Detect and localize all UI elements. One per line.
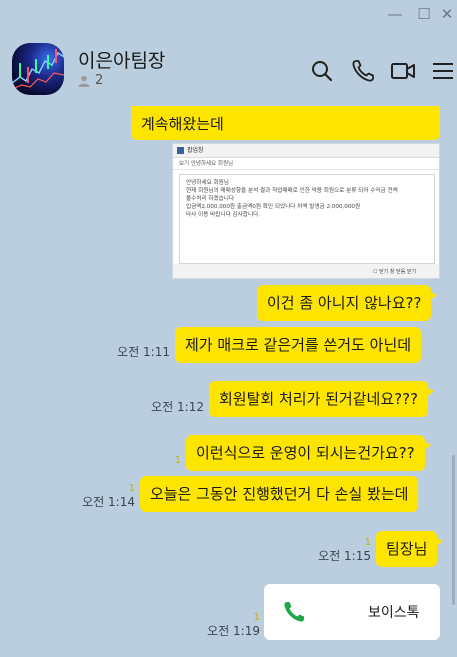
title-bar: — ☐ ✕ xyxy=(0,0,457,28)
message-meta: 1 xyxy=(175,455,181,467)
notice-line: 몰수처리 하겠습니다 xyxy=(186,196,235,202)
message-time: 오전 1:11 xyxy=(117,345,170,359)
minimize-button[interactable]: — xyxy=(384,4,406,24)
profile-avatar[interactable] xyxy=(12,43,64,95)
message-bubble[interactable]: 회원탈회 처리가 된거같네요??? xyxy=(209,381,435,417)
message-bubble[interactable]: 계속해왔는데 xyxy=(131,106,440,140)
message-meta: 오전 1:11 xyxy=(117,345,170,360)
message-meta: 1 오전 1:15 xyxy=(318,537,371,564)
message-meta: 1 오전 1:14 xyxy=(82,483,135,510)
app-icon xyxy=(177,147,184,154)
message-time: 오전 1:15 xyxy=(318,549,371,563)
shared-image-message[interactable]: 팝업창 보기 안녕하세요 회원님 안녕하세요 회원님 현재 회원님의 매매성향을… xyxy=(172,143,440,279)
message-bubble[interactable]: 제가 매크로 같은거를 쓴거도 아닌데 xyxy=(175,327,422,363)
notice-line: 입금액2,000,000원 출금액0원 확인 되었니다 차액 발생금 2,000… xyxy=(186,204,361,210)
popup-title: 팝업창 xyxy=(187,147,204,154)
popup-checkbox-label: ☐ 닫기 창 닫음 xyxy=(373,269,406,275)
chat-title[interactable]: 이은아팀장 xyxy=(78,46,165,73)
popup-close-label: 닫기 xyxy=(407,269,417,275)
notice-line: 타사 이용 바랍니다 감사합니다. xyxy=(186,212,261,218)
unread-count: 1 xyxy=(174,455,181,466)
voice-call-icon[interactable] xyxy=(350,58,376,84)
unread-count: 1 xyxy=(364,537,371,548)
message-bubble[interactable]: 이건 좀 아니지 않나요?? xyxy=(257,285,438,321)
message-time: 오전 1:12 xyxy=(151,400,204,414)
message-time: 오전 1:14 xyxy=(82,495,135,509)
close-button[interactable]: ✕ xyxy=(436,4,457,24)
maximize-button[interactable]: ☐ xyxy=(413,4,435,24)
popup-tabs: 보기 안녕하세요 회원님 xyxy=(173,158,439,170)
member-count[interactable]: 2 xyxy=(78,73,103,88)
message-meta: 오전 1:12 xyxy=(151,400,204,415)
search-icon[interactable] xyxy=(309,58,335,84)
message-bubble[interactable]: 이런식으로 운영이 되시는건가요?? xyxy=(186,435,431,471)
popup-title-bar: 팝업창 xyxy=(173,144,439,158)
message-time: 오전 1:19 xyxy=(207,624,260,638)
notice-line: 안녕하세요 회원님 xyxy=(186,180,229,186)
unread-count: 1 xyxy=(253,612,260,623)
voice-talk-label: 보이스톡 xyxy=(368,605,420,621)
voice-talk-message[interactable]: 보이스톡 xyxy=(264,584,440,640)
scrollbar[interactable] xyxy=(452,455,455,605)
video-call-icon[interactable] xyxy=(390,58,416,84)
unread-count: 1 xyxy=(128,483,135,494)
popup-footer: ☐ 닫기 창 닫음 닫기 xyxy=(173,264,439,278)
chart-avatar-icon xyxy=(12,49,64,90)
person-icon xyxy=(78,75,90,87)
chat-header: 이은아팀장 2 xyxy=(0,36,457,106)
message-meta: 1 오전 1:19 xyxy=(207,612,260,639)
phone-icon xyxy=(284,602,304,622)
message-bubble[interactable]: 팀장님 xyxy=(376,531,444,567)
message-bubble[interactable]: 오늘은 그동안 진행했던거 다 손실 봤는데 xyxy=(140,476,419,512)
popup-notice-body: 안녕하세요 회원님 현재 회원님의 매매성향을 분석 결과 작업매매로 인한 악… xyxy=(179,174,435,264)
member-count-value: 2 xyxy=(95,73,104,88)
menu-icon[interactable] xyxy=(430,58,456,84)
notice-line: 현재 회원님의 매매성향을 분석 결과 작업매매로 인한 악용 회원으로 분류 … xyxy=(186,188,398,194)
